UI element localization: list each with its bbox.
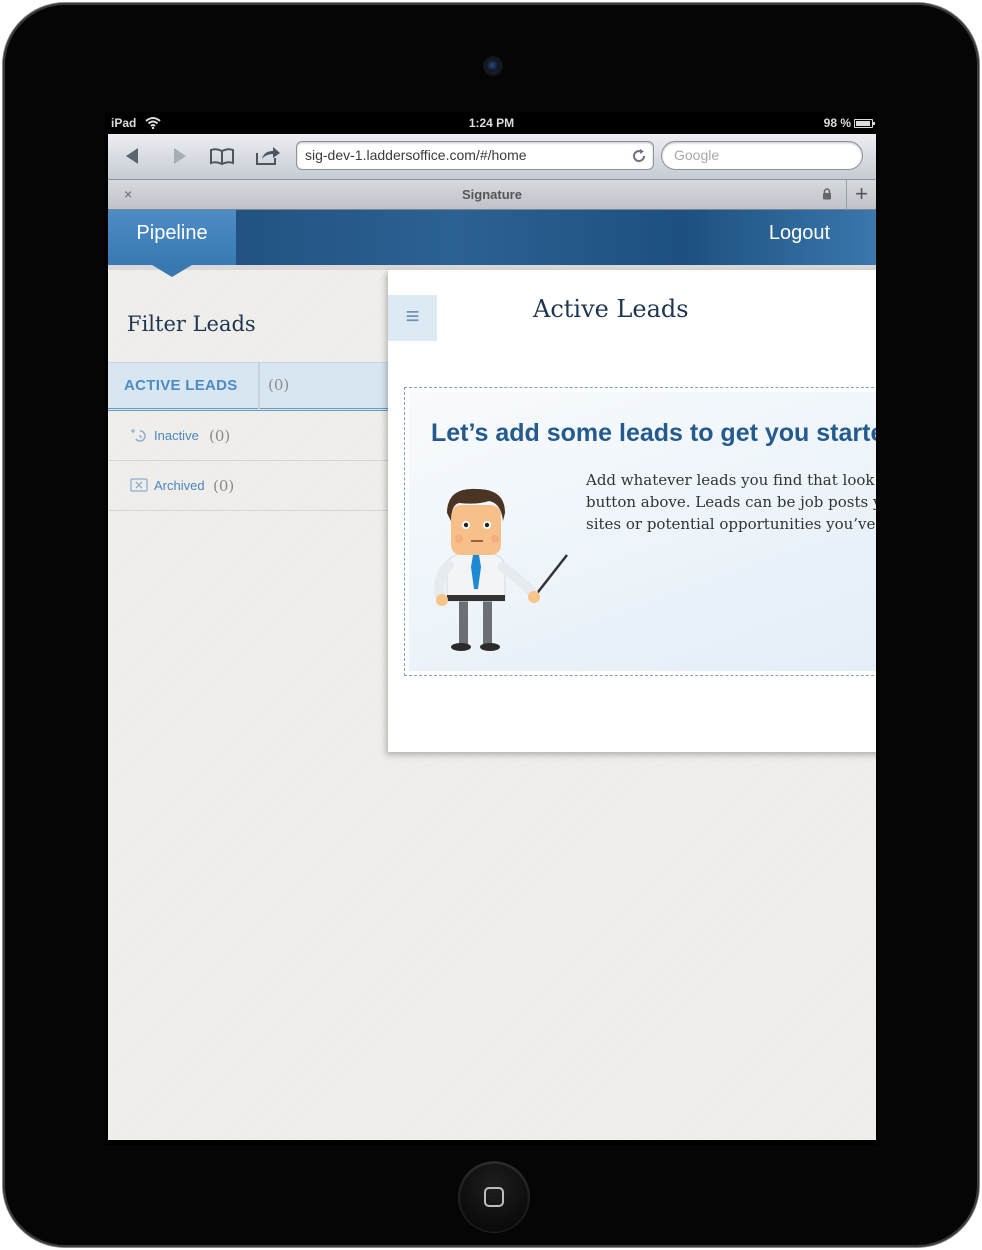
menu-button[interactable]: ≡ [388, 295, 437, 341]
active-leads-panel: ≡ Active Leads Let’s add some leads to g… [388, 270, 876, 752]
filter-active-leads[interactable]: ACTIVE LEADS (0) [108, 362, 388, 411]
forward-icon[interactable] [164, 143, 192, 169]
onboarding-body: Add whatever leads you find that look bu… [586, 469, 876, 535]
bookmarks-icon[interactable] [208, 143, 236, 169]
filter-item-count: (0) [209, 427, 231, 445]
battery-icon [854, 119, 875, 128]
filter-leads-title: Filter Leads [127, 312, 256, 336]
share-icon[interactable] [254, 143, 282, 169]
onboarding-box: Let’s add some leads to get you started … [404, 387, 876, 676]
filter-list: ACTIVE LEADS (0) Inactive (0) Archived (… [108, 362, 388, 511]
nav-pipeline[interactable]: Pipeline [108, 210, 236, 265]
home-square-icon [484, 1187, 504, 1207]
filter-item-archived[interactable]: Archived (0) [108, 461, 388, 511]
reload-icon[interactable] [631, 148, 647, 164]
filter-item-label: Inactive [154, 428, 199, 443]
screen: iPad 1:24 PM 98 % sig-dev-1.laddersoffic… [105, 112, 878, 1145]
filter-active-count: (0) [268, 376, 290, 394]
filter-item-inactive[interactable]: Inactive (0) [108, 411, 388, 461]
back-icon[interactable] [120, 143, 148, 169]
status-bar: iPad 1:24 PM 98 % [105, 112, 878, 134]
divider [258, 363, 260, 409]
new-tab-button[interactable]: + [846, 180, 876, 210]
search-input[interactable]: Google [661, 141, 863, 170]
onboarding-line: button above. Leads can be job posts y [586, 493, 876, 511]
browser-toolbar: sig-dev-1.laddersoffice.com/#/home Googl… [108, 134, 876, 180]
filter-item-count: (0) [213, 477, 235, 495]
archived-icon [130, 478, 148, 492]
camera-icon [485, 58, 501, 74]
onboarding-line: Add whatever leads you find that look [586, 471, 875, 489]
battery-percent: 98 % [823, 116, 851, 130]
status-time: 1:24 PM [468, 116, 515, 130]
onboarding-heading: Let’s add some leads to get you started [431, 419, 876, 447]
filter-active-label: ACTIVE LEADS [124, 377, 238, 394]
url-text: sig-dev-1.laddersoffice.com/#/home [305, 147, 527, 163]
onboarding-line: sites or potential opportunities you’ve [586, 515, 876, 533]
tab-bar: × Signature + [108, 180, 876, 210]
page-title: Active Leads [533, 295, 689, 323]
inactive-icon [131, 429, 146, 442]
nav-active-indicator [152, 265, 192, 277]
web-page: Pipeline Logout Filter Leads ACTIVE LEAD… [108, 210, 876, 1140]
app-header: Pipeline Logout [108, 210, 876, 265]
filter-item-label: Archived [154, 478, 205, 493]
logout-button[interactable]: Logout [769, 210, 830, 256]
home-button[interactable] [459, 1162, 529, 1232]
lock-icon [823, 188, 831, 200]
url-field[interactable]: sig-dev-1.laddersoffice.com/#/home [296, 141, 654, 170]
search-placeholder: Google [674, 147, 720, 163]
businessman-illustration [434, 488, 568, 651]
onboarding-content: Let’s add some leads to get you started … [409, 392, 876, 671]
tab-title[interactable]: Signature [108, 187, 876, 202]
